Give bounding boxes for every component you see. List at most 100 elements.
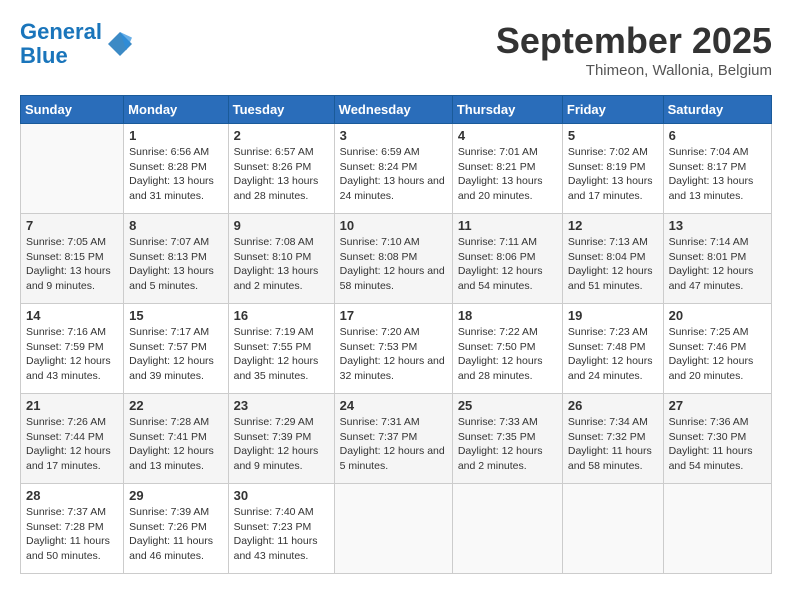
- day-number: 18: [458, 308, 557, 323]
- calendar-cell: [562, 484, 663, 574]
- day-number: 9: [234, 218, 329, 233]
- calendar-cell: [663, 484, 771, 574]
- calendar-cell: 25 Sunrise: 7:33 AMSunset: 7:35 PMDayligh…: [452, 394, 562, 484]
- calendar-cell: 6Sunrise: 7:04 AMSunset: 8:17 PMDaylight…: [663, 124, 771, 214]
- calendar-cell: 26Sunrise: 7:34 AMSunset: 7:32 PMDayligh…: [562, 394, 663, 484]
- day-info: Sunrise: 7:25 AMSunset: 7:46 PMDaylight:…: [669, 325, 766, 384]
- logo-text: GeneralBlue: [20, 20, 102, 68]
- calendar-cell: [334, 484, 452, 574]
- day-info: Sunrise: 7:37 AMSunset: 7:28 PMDaylight:…: [26, 505, 118, 564]
- day-number: 21: [26, 398, 118, 413]
- calendar-cell: [21, 124, 124, 214]
- day-info: Sunrise: 7:05 AMSunset: 8:15 PMDaylight:…: [26, 235, 118, 294]
- day-info: Sunrise: 7:29 AMSunset: 7:39 PMDaylight:…: [234, 415, 329, 474]
- day-info: Sunrise: 7:16 AMSunset: 7:59 PMDaylight:…: [26, 325, 118, 384]
- calendar-cell: 14 Sunrise: 7:16 AMSunset: 7:59 PMDayligh…: [21, 304, 124, 394]
- calendar-cell: 29 Sunrise: 7:39 AMSunset: 7:26 PMDayligh…: [124, 484, 228, 574]
- day-number: 26: [568, 398, 658, 413]
- day-number: 13: [669, 218, 766, 233]
- calendar-cell: 5 Sunrise: 7:02 AMSunset: 8:19 PMDaylight…: [562, 124, 663, 214]
- day-info: Sunrise: 7:08 AMSunset: 8:10 PMDaylight:…: [234, 235, 329, 294]
- title-block: September 2025 Thimeon, Wallonia, Belgiu…: [496, 20, 772, 79]
- day-number: 5: [568, 128, 658, 143]
- calendar-cell: 19 Sunrise: 7:23 AMSunset: 7:48 PMDayligh…: [562, 304, 663, 394]
- calendar-body: 1Sunrise: 6:56 AMSunset: 8:28 PMDaylight…: [21, 124, 772, 574]
- page-header: GeneralBlue September 2025 Thimeon, Wall…: [20, 20, 772, 79]
- day-info: Sunrise: 7:02 AMSunset: 8:19 PMDaylight:…: [568, 145, 658, 204]
- calendar-table: SundayMondayTuesdayWednesdayThursdayFrid…: [20, 95, 772, 574]
- day-info: Sunrise: 7:07 AMSunset: 8:13 PMDaylight:…: [129, 235, 222, 294]
- day-number: 17: [340, 308, 447, 323]
- day-number: 8: [129, 218, 222, 233]
- day-info: Sunrise: 7:39 AMSunset: 7:26 PMDaylight:…: [129, 505, 222, 564]
- logo-icon: [104, 28, 136, 60]
- day-number: 16: [234, 308, 329, 323]
- calendar-cell: 18 Sunrise: 7:22 AMSunset: 7:50 PMDayligh…: [452, 304, 562, 394]
- day-info: Sunrise: 7:11 AMSunset: 8:06 PMDaylight:…: [458, 235, 557, 294]
- column-header-monday: Monday: [124, 96, 228, 124]
- column-header-friday: Friday: [562, 96, 663, 124]
- day-number: 10: [340, 218, 447, 233]
- day-info: Sunrise: 7:10 AMSunset: 8:08 PMDaylight:…: [340, 235, 447, 294]
- calendar-cell: 13 Sunrise: 7:14 AMSunset: 8:01 PMDayligh…: [663, 214, 771, 304]
- day-info: Sunrise: 7:14 AMSunset: 8:01 PMDaylight:…: [669, 235, 766, 294]
- calendar-cell: 27Sunrise: 7:36 AMSunset: 7:30 PMDayligh…: [663, 394, 771, 484]
- calendar-cell: 17 Sunrise: 7:20 AMSunset: 7:53 PMDayligh…: [334, 304, 452, 394]
- column-header-tuesday: Tuesday: [228, 96, 334, 124]
- day-number: 27: [669, 398, 766, 413]
- calendar-cell: 10 Sunrise: 7:10 AMSunset: 8:08 PMDayligh…: [334, 214, 452, 304]
- calendar-cell: 8 Sunrise: 7:07 AMSunset: 8:13 PMDaylight…: [124, 214, 228, 304]
- day-info: Sunrise: 7:04 AMSunset: 8:17 PMDaylight:…: [669, 145, 766, 204]
- day-info: Sunrise: 7:13 AMSunset: 8:04 PMDaylight:…: [568, 235, 658, 294]
- calendar-cell: 3 Sunrise: 6:59 AMSunset: 8:24 PMDaylight…: [334, 124, 452, 214]
- day-number: 11: [458, 218, 557, 233]
- calendar-week-5: 28 Sunrise: 7:37 AMSunset: 7:28 PMDayligh…: [21, 484, 772, 574]
- day-number: 28: [26, 488, 118, 503]
- logo: GeneralBlue: [20, 20, 136, 68]
- calendar-cell: 20 Sunrise: 7:25 AMSunset: 7:46 PMDayligh…: [663, 304, 771, 394]
- column-header-sunday: Sunday: [21, 96, 124, 124]
- calendar-cell: 4 Sunrise: 7:01 AMSunset: 8:21 PMDaylight…: [452, 124, 562, 214]
- day-number: 15: [129, 308, 222, 323]
- day-number: 29: [129, 488, 222, 503]
- column-header-wednesday: Wednesday: [334, 96, 452, 124]
- day-info: Sunrise: 7:19 AMSunset: 7:55 PMDaylight:…: [234, 325, 329, 384]
- calendar-cell: 16 Sunrise: 7:19 AMSunset: 7:55 PMDayligh…: [228, 304, 334, 394]
- day-number: 14: [26, 308, 118, 323]
- location-subtitle: Thimeon, Wallonia, Belgium: [496, 62, 772, 79]
- calendar-cell: [452, 484, 562, 574]
- calendar-cell: 28 Sunrise: 7:37 AMSunset: 7:28 PMDayligh…: [21, 484, 124, 574]
- day-number: 2: [234, 128, 329, 143]
- calendar-cell: 15Sunrise: 7:17 AMSunset: 7:57 PMDayligh…: [124, 304, 228, 394]
- day-number: 30: [234, 488, 329, 503]
- calendar-cell: 24Sunrise: 7:31 AMSunset: 7:37 PMDayligh…: [334, 394, 452, 484]
- day-number: 25: [458, 398, 557, 413]
- day-info: Sunrise: 7:23 AMSunset: 7:48 PMDaylight:…: [568, 325, 658, 384]
- day-number: 4: [458, 128, 557, 143]
- day-info: Sunrise: 7:31 AMSunset: 7:37 PMDaylight:…: [340, 415, 447, 474]
- calendar-cell: 21 Sunrise: 7:26 AMSunset: 7:44 PMDayligh…: [21, 394, 124, 484]
- calendar-header-row: SundayMondayTuesdayWednesdayThursdayFrid…: [21, 96, 772, 124]
- column-header-thursday: Thursday: [452, 96, 562, 124]
- calendar-cell: 23 Sunrise: 7:29 AMSunset: 7:39 PMDayligh…: [228, 394, 334, 484]
- day-info: Sunrise: 7:01 AMSunset: 8:21 PMDaylight:…: [458, 145, 557, 204]
- day-number: 7: [26, 218, 118, 233]
- day-info: Sunrise: 7:26 AMSunset: 7:44 PMDaylight:…: [26, 415, 118, 474]
- day-info: Sunrise: 7:20 AMSunset: 7:53 PMDaylight:…: [340, 325, 447, 384]
- day-info: Sunrise: 7:22 AMSunset: 7:50 PMDaylight:…: [458, 325, 557, 384]
- day-info: Sunrise: 6:56 AMSunset: 8:28 PMDaylight:…: [129, 145, 222, 204]
- day-number: 3: [340, 128, 447, 143]
- day-info: Sunrise: 7:40 AMSunset: 7:23 PMDaylight:…: [234, 505, 329, 564]
- day-number: 23: [234, 398, 329, 413]
- calendar-cell: 2Sunrise: 6:57 AMSunset: 8:26 PMDaylight…: [228, 124, 334, 214]
- day-info: Sunrise: 7:33 AMSunset: 7:35 PMDaylight:…: [458, 415, 557, 474]
- calendar-cell: 7 Sunrise: 7:05 AMSunset: 8:15 PMDaylight…: [21, 214, 124, 304]
- day-number: 19: [568, 308, 658, 323]
- calendar-week-3: 14 Sunrise: 7:16 AMSunset: 7:59 PMDayligh…: [21, 304, 772, 394]
- calendar-week-2: 7 Sunrise: 7:05 AMSunset: 8:15 PMDaylight…: [21, 214, 772, 304]
- calendar-cell: 22Sunrise: 7:28 AMSunset: 7:41 PMDayligh…: [124, 394, 228, 484]
- day-info: Sunrise: 6:59 AMSunset: 8:24 PMDaylight:…: [340, 145, 447, 204]
- day-number: 20: [669, 308, 766, 323]
- calendar-week-1: 1Sunrise: 6:56 AMSunset: 8:28 PMDaylight…: [21, 124, 772, 214]
- day-number: 22: [129, 398, 222, 413]
